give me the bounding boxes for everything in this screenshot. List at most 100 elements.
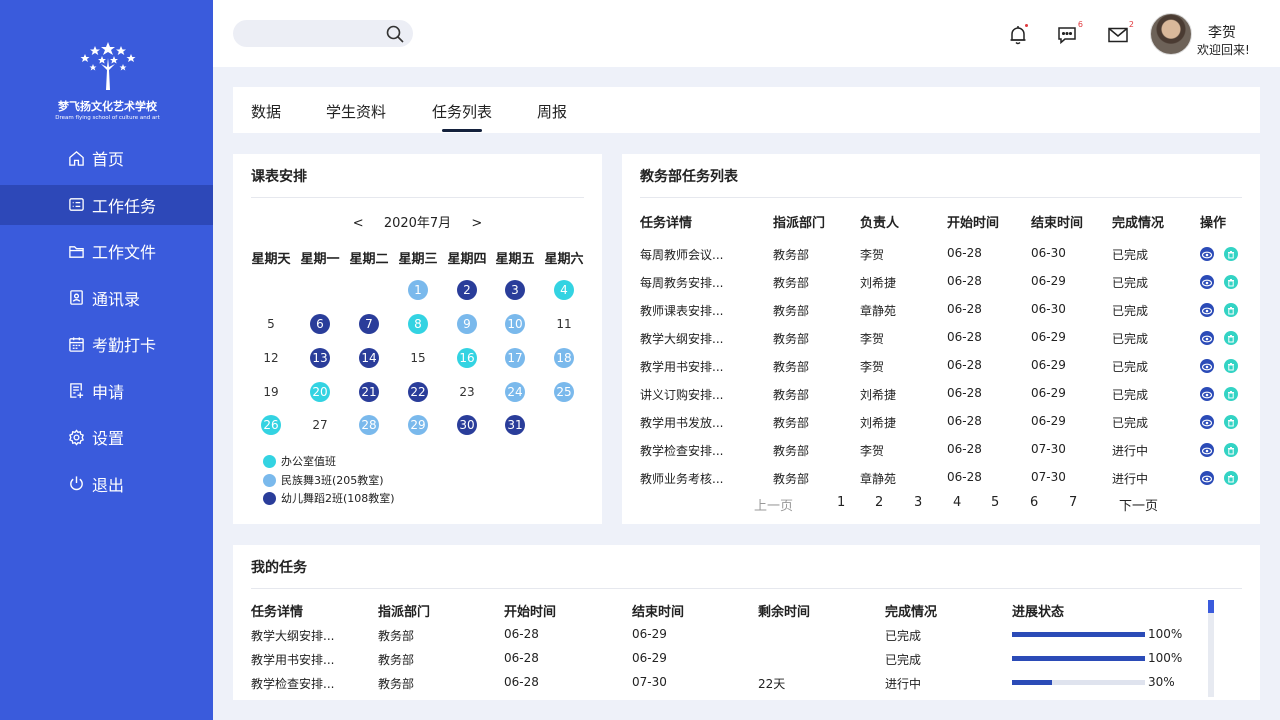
tab-weekly-report[interactable]: 周报 — [537, 101, 567, 122]
sidebar-item-tasks[interactable]: 工作任务 — [0, 184, 213, 225]
calendar-day[interactable]: 15 — [408, 348, 428, 368]
avatar[interactable] — [1150, 13, 1192, 55]
calendar-day[interactable]: 19 — [261, 382, 281, 402]
view-icon[interactable] — [1200, 359, 1214, 373]
page-number-button[interactable]: 2 — [875, 495, 883, 510]
sidebar-item-contacts[interactable]: 通讯录 — [0, 278, 213, 318]
calendar-day[interactable]: 5 — [261, 314, 281, 334]
trash-icon[interactable] — [1224, 331, 1238, 345]
page-number-button[interactable]: 7 — [1069, 495, 1077, 510]
calendar-day[interactable]: 16 — [457, 348, 477, 368]
legend-item: 民族舞3班(205教室) — [263, 472, 384, 488]
next-month-button[interactable]: > — [471, 216, 482, 231]
task-list-card: 教务部任务列表 任务详情 指派部门 负责人 开始时间 结束时间 完成情况 操作 每周教师会议… — [622, 154, 1260, 524]
scrollbar[interactable] — [1208, 600, 1214, 697]
page-number-button[interactable]: 6 — [1030, 495, 1038, 510]
trash-icon[interactable] — [1224, 415, 1238, 429]
trash-icon[interactable] — [1224, 247, 1238, 261]
column-header: 开始时间 — [947, 216, 1000, 231]
column-header: 负责人 — [860, 216, 900, 231]
sidebar-item-attendance[interactable]: 考勤打卡 — [0, 324, 213, 364]
next-page-button[interactable]: 下一页 — [1119, 495, 1158, 514]
table-cell: 已完成 — [1112, 304, 1149, 318]
calendar-day[interactable]: 24 — [505, 382, 525, 402]
sidebar-item-settings[interactable]: 设置 — [0, 417, 213, 457]
calendar-day[interactable]: 22 — [408, 382, 428, 402]
calendar-day[interactable]: 4 — [554, 280, 574, 300]
page-number-button[interactable]: 5 — [991, 495, 999, 510]
view-icon[interactable] — [1200, 471, 1214, 485]
table-cell: 教学检查安排... — [640, 444, 724, 458]
view-icon[interactable] — [1200, 387, 1214, 401]
calendar-day[interactable]: 12 — [261, 348, 281, 368]
calendar-day[interactable]: 9 — [457, 314, 477, 334]
table-cell: 06-28 — [947, 274, 982, 288]
table-cell: 李贺 — [860, 248, 885, 262]
calendar-day[interactable]: 23 — [457, 382, 477, 402]
table-cell: 教务部 — [773, 360, 810, 374]
calendar-day[interactable]: 18 — [554, 348, 574, 368]
view-icon[interactable] — [1200, 303, 1214, 317]
legend-label: 民族舞3班(205教室) — [281, 474, 384, 487]
calendar-day[interactable]: 25 — [554, 382, 574, 402]
calendar-day[interactable]: 29 — [408, 415, 428, 435]
trash-icon[interactable] — [1224, 359, 1238, 373]
trash-icon[interactable] — [1224, 387, 1238, 401]
calendar-day[interactable]: 1 — [408, 280, 428, 300]
sidebar-item-application[interactable]: 申请 — [0, 371, 213, 411]
message-button[interactable]: 6 — [1056, 20, 1083, 46]
column-header: 进展状态 — [1012, 605, 1065, 620]
table-cell: 06-29 — [1031, 414, 1066, 428]
page-number-button[interactable]: 1 — [837, 495, 845, 510]
view-icon[interactable] — [1200, 331, 1214, 345]
calendar-day[interactable]: 2 — [457, 280, 477, 300]
table-cell: 教学用书安排... — [640, 360, 724, 374]
table-cell: 教务部 — [773, 388, 810, 402]
table-cell: 李贺 — [860, 360, 885, 374]
calendar-day[interactable]: 6 — [310, 314, 330, 334]
view-icon[interactable] — [1200, 247, 1214, 261]
calendar-day[interactable]: 11 — [554, 314, 574, 334]
sidebar-item-home[interactable]: 首页 — [0, 138, 213, 178]
card-title: 教务部任务列表 — [640, 169, 738, 185]
weekday-label: 星期六 — [544, 252, 584, 267]
table-cell: 06-28 — [947, 386, 982, 400]
calendar-day[interactable]: 7 — [359, 314, 379, 334]
calendar-day[interactable]: 13 — [310, 348, 330, 368]
calendar-day[interactable]: 27 — [310, 415, 330, 435]
tab-student-info[interactable]: 学生资料 — [326, 101, 386, 122]
calendar-day[interactable]: 14 — [359, 348, 379, 368]
column-header: 指派部门 — [378, 605, 431, 620]
scrollbar-thumb[interactable] — [1208, 600, 1214, 613]
calendar-day[interactable]: 31 — [505, 415, 525, 435]
trash-icon[interactable] — [1224, 443, 1238, 457]
calendar-day[interactable]: 10 — [505, 314, 525, 334]
page-number-button[interactable]: 3 — [914, 495, 922, 510]
calendar-day[interactable]: 26 — [261, 415, 281, 435]
calendar-day[interactable]: 8 — [408, 314, 428, 334]
view-icon[interactable] — [1200, 275, 1214, 289]
view-icon[interactable] — [1200, 443, 1214, 457]
trash-icon[interactable] — [1224, 471, 1238, 485]
view-icon[interactable] — [1200, 415, 1214, 429]
calendar-day[interactable]: 30 — [457, 415, 477, 435]
calendar-day[interactable]: 3 — [505, 280, 525, 300]
trash-icon[interactable] — [1224, 275, 1238, 289]
calendar-day[interactable]: 20 — [310, 382, 330, 402]
tab-data[interactable]: 数据 — [251, 101, 281, 122]
sidebar-item-files[interactable]: 工作文件 — [0, 231, 213, 271]
prev-month-button[interactable]: < — [353, 216, 364, 231]
search-icon[interactable] — [385, 24, 405, 44]
mail-button[interactable]: 2 — [1107, 20, 1134, 46]
trash-icon[interactable] — [1224, 303, 1238, 317]
tab-task-list[interactable]: 任务列表 — [432, 101, 492, 132]
table-cell: 进行中 — [1112, 472, 1149, 486]
page-number-button[interactable]: 4 — [953, 495, 961, 510]
table-cell: 07-30 — [1031, 442, 1066, 456]
calendar-day[interactable]: 28 — [359, 415, 379, 435]
calendar-day[interactable]: 21 — [359, 382, 379, 402]
sidebar-item-logout[interactable]: 退出 — [0, 464, 213, 504]
notification-button[interactable] — [1007, 24, 1029, 46]
calendar-day[interactable]: 17 — [505, 348, 525, 368]
prev-page-button[interactable]: 上一页 — [754, 495, 793, 514]
